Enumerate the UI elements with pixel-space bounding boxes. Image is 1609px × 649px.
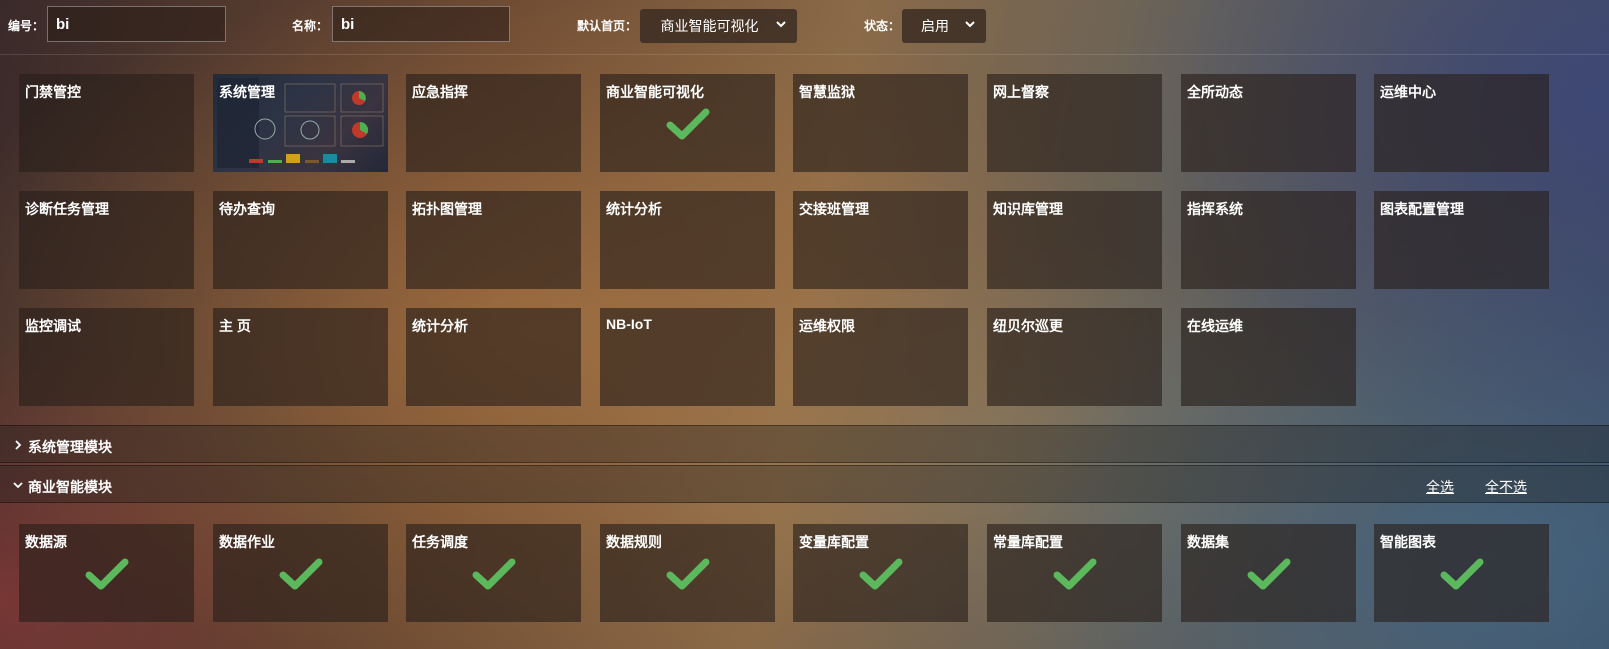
module-tile-label: 数据规则	[606, 534, 662, 550]
code-input[interactable]	[47, 6, 226, 42]
homepage-select[interactable]: 商业智能可视化	[640, 9, 797, 43]
page-tile-label: 诊断任务管理	[25, 201, 109, 217]
module-tile-label: 变量库配置	[799, 534, 869, 550]
section-system-title: 系统管理模块	[28, 439, 112, 455]
page-tile[interactable]: 门禁管控	[19, 74, 194, 172]
page-tile[interactable]: 图表配置管理	[1374, 191, 1549, 289]
module-tile[interactable]: 数据规则	[600, 524, 775, 622]
checkmark-icon	[666, 558, 710, 590]
page-tile-label: 系统管理	[219, 84, 275, 100]
chevron-down-icon	[965, 21, 975, 28]
page-tile-label: 统计分析	[606, 201, 662, 217]
select-none-link[interactable]: 全不选	[1485, 477, 1527, 497]
checkmark-icon	[1440, 558, 1484, 590]
page-tile[interactable]: 运维权限	[793, 308, 968, 406]
page-tile[interactable]: NB-IoT	[600, 308, 775, 406]
name-input[interactable]	[332, 6, 510, 42]
page-tile-label: 知识库管理	[993, 201, 1063, 217]
page-tile-label: 主 页	[219, 318, 251, 334]
page-tile[interactable]: 系统管理	[213, 74, 388, 172]
module-tile[interactable]: 智能图表	[1374, 524, 1549, 622]
section-bi-header[interactable]: 商业智能模块 全选 全不选	[0, 465, 1609, 503]
page-tile[interactable]: 诊断任务管理	[19, 191, 194, 289]
page-tile[interactable]: 应急指挥	[406, 74, 581, 172]
page-tile[interactable]: 智慧监狱	[793, 74, 968, 172]
page-tile[interactable]: 主 页	[213, 308, 388, 406]
page-tile[interactable]: 统计分析	[600, 191, 775, 289]
page-tile-label: 应急指挥	[412, 84, 468, 100]
page-tile[interactable]: 监控调试	[19, 308, 194, 406]
page-tile-label: 商业智能可视化	[606, 84, 704, 100]
page-tile-label: 网上督察	[993, 84, 1049, 100]
module-tile[interactable]: 常量库配置	[987, 524, 1162, 622]
module-tile[interactable]: 数据作业	[213, 524, 388, 622]
page-tile-label: 指挥系统	[1187, 201, 1243, 217]
page-tile-label: NB-IoT	[606, 316, 652, 332]
page-tile-label: 门禁管控	[25, 84, 81, 100]
page-tile-label: 全所动态	[1187, 84, 1243, 100]
checkmark-icon	[279, 558, 323, 590]
page-tile[interactable]: 交接班管理	[793, 191, 968, 289]
chevron-down-icon	[13, 482, 23, 489]
page-tile-label: 在线运维	[1187, 318, 1243, 334]
page-tile[interactable]: 商业智能可视化	[600, 74, 775, 172]
page-tile[interactable]: 拓扑图管理	[406, 191, 581, 289]
select-all-link[interactable]: 全选	[1426, 477, 1454, 497]
module-tile-label: 数据作业	[219, 534, 275, 550]
page-tile-label: 拓扑图管理	[412, 201, 482, 217]
module-tile[interactable]: 任务调度	[406, 524, 581, 622]
page-tile[interactable]: 网上督察	[987, 74, 1162, 172]
homepage-select-value: 商业智能可视化	[660, 18, 759, 34]
module-tile[interactable]: 变量库配置	[793, 524, 968, 622]
module-tile-label: 常量库配置	[993, 534, 1063, 550]
module-tile[interactable]: 数据源	[19, 524, 194, 622]
page-tile[interactable]: 运维中心	[1374, 74, 1549, 172]
checkmark-icon	[472, 558, 516, 590]
checkmark-icon	[1053, 558, 1097, 590]
page-tile[interactable]: 待办查询	[213, 191, 388, 289]
chevron-down-icon	[776, 21, 786, 28]
chevron-right-icon	[15, 440, 22, 450]
section-system-header[interactable]: 系统管理模块	[0, 425, 1609, 463]
page-tile[interactable]: 在线运维	[1181, 308, 1356, 406]
page-tile-label: 智慧监狱	[799, 84, 855, 100]
name-label: 名称：	[292, 19, 329, 33]
checkmark-icon	[666, 108, 710, 140]
checkmark-icon	[1247, 558, 1291, 590]
module-tile-label: 任务调度	[412, 534, 468, 550]
page-tile-label: 交接班管理	[799, 201, 869, 217]
page-tile-label: 监控调试	[25, 318, 81, 334]
filter-bar: 编号： 名称： 默认首页： 商业智能可视化 状态： 启用	[0, 0, 1609, 55]
status-label: 状态：	[864, 19, 901, 33]
checkmark-icon	[859, 558, 903, 590]
page-tile-label: 运维权限	[799, 318, 855, 334]
status-select[interactable]: 启用	[902, 9, 986, 43]
module-tile-label: 数据源	[25, 534, 67, 550]
page-tile[interactable]: 统计分析	[406, 308, 581, 406]
module-tile-label: 数据集	[1187, 534, 1229, 550]
page-tile-label: 待办查询	[219, 201, 275, 217]
page-tile[interactable]: 指挥系统	[1181, 191, 1356, 289]
page-tile-label: 运维中心	[1380, 84, 1436, 100]
page-tile[interactable]: 纽贝尔巡更	[987, 308, 1162, 406]
page-tile-label: 图表配置管理	[1380, 201, 1464, 217]
homepage-label: 默认首页：	[577, 19, 638, 33]
page-tile[interactable]: 知识库管理	[987, 191, 1162, 289]
status-select-value: 启用	[921, 18, 949, 34]
page-tile-label: 纽贝尔巡更	[993, 318, 1063, 334]
checkmark-icon	[85, 558, 129, 590]
page-tile[interactable]: 全所动态	[1181, 74, 1356, 172]
section-bi-title: 商业智能模块	[28, 479, 112, 495]
page-tile-label: 统计分析	[412, 318, 468, 334]
module-tile[interactable]: 数据集	[1181, 524, 1356, 622]
code-label: 编号：	[8, 19, 45, 33]
module-tile-label: 智能图表	[1380, 534, 1436, 550]
